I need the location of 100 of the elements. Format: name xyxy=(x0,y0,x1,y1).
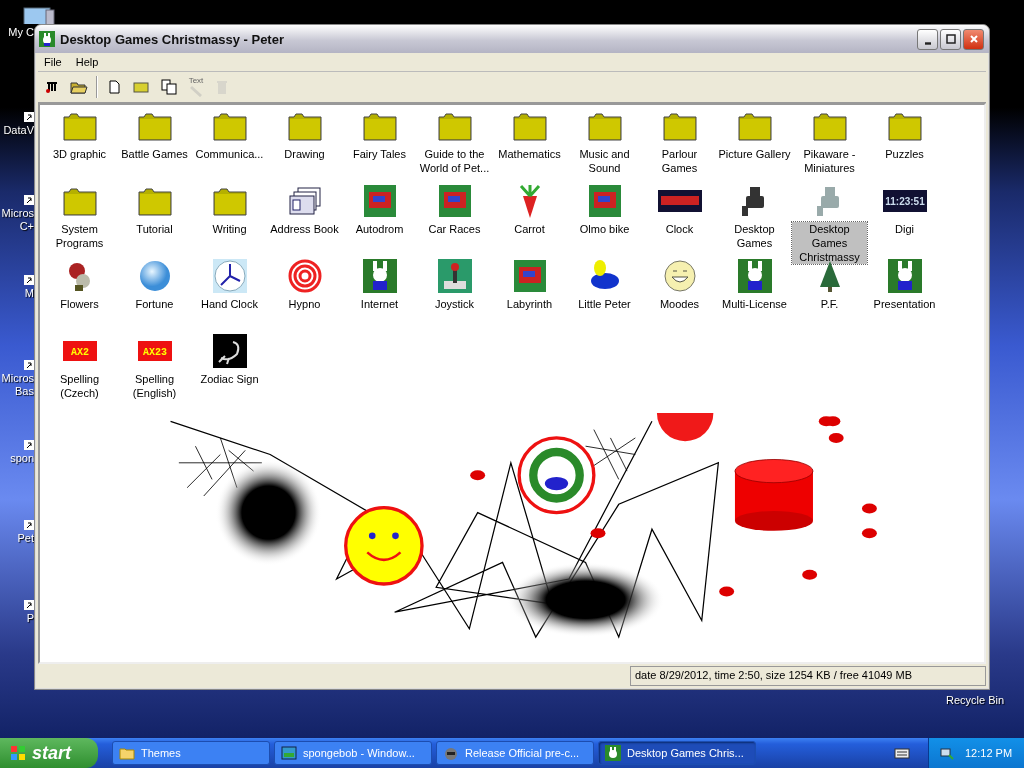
item-label[interactable]: Carrot xyxy=(513,222,546,236)
bunny-icon[interactable] xyxy=(362,259,397,293)
item-label[interactable]: Desktop Games Christmassy xyxy=(792,222,867,264)
item-label[interactable]: Music and Sound xyxy=(567,147,642,175)
bug-drawing xyxy=(828,432,844,443)
menu-item[interactable]: File xyxy=(44,56,62,68)
close-button[interactable] xyxy=(963,28,984,50)
taskbar-button[interactable]: Themes xyxy=(112,741,270,765)
item-label[interactable]: 3D graphic xyxy=(51,147,108,161)
item-label[interactable]: Parlour Games xyxy=(642,147,717,175)
shortcut-arrow-icon[interactable] xyxy=(24,600,34,610)
shortcut-arrow-icon[interactable] xyxy=(24,360,34,370)
picture-icon[interactable] xyxy=(362,184,397,218)
bunny-icon xyxy=(39,31,55,47)
maximize-icon xyxy=(945,34,956,44)
bug-drawing xyxy=(719,586,735,597)
desktop-icon-label[interactable]: spon xyxy=(10,452,34,465)
item-label[interactable]: Spelling (Czech) xyxy=(42,372,117,400)
smiley-icon[interactable] xyxy=(662,259,697,293)
bug-drawing xyxy=(861,503,877,514)
item-label[interactable]: Drawing xyxy=(283,147,326,161)
item-label[interactable]: Joystick xyxy=(433,297,476,311)
item-label[interactable]: Little Peter xyxy=(577,297,632,311)
status-text: date 8/29/2012, time 2:50, size 1254 KB / free 41049 MB xyxy=(630,666,986,686)
menu-item[interactable]: Help xyxy=(75,56,99,68)
item-label[interactable]: Autodrom xyxy=(354,222,405,236)
item-label[interactable]: Olmo bike xyxy=(578,222,631,236)
minimize-button[interactable] xyxy=(917,28,938,50)
item-label[interactable]: Car Races xyxy=(427,222,482,236)
computer-icon[interactable] xyxy=(22,6,56,24)
item-label[interactable]: Battle Games xyxy=(120,147,189,161)
item-label[interactable]: Hypno xyxy=(287,297,322,311)
item-label[interactable]: Picture Gallery xyxy=(717,147,792,161)
network-icon[interactable] xyxy=(939,745,955,761)
bunny-icon[interactable] xyxy=(887,259,922,293)
item-label[interactable]: System Programs xyxy=(42,222,117,250)
shortcut-arrow-icon[interactable] xyxy=(24,112,34,122)
bunny-icon[interactable] xyxy=(737,259,772,293)
item-label[interactable]: Clock xyxy=(664,222,695,236)
windows-logo-icon xyxy=(10,745,26,761)
bug-drawing xyxy=(802,569,818,580)
picture-icon[interactable] xyxy=(587,184,622,218)
joystick-icon[interactable] xyxy=(437,259,472,293)
clock-icon[interactable] xyxy=(212,259,247,293)
picture-icon[interactable] xyxy=(512,259,547,293)
item-label[interactable]: Tutorial xyxy=(135,222,174,236)
item-label[interactable]: Guide to the World of Pet... xyxy=(417,147,492,175)
window-title: Desktop Games Christmassy - Peter xyxy=(60,31,285,47)
item-label[interactable]: Fortune xyxy=(134,297,175,311)
shortcut-arrow-icon[interactable] xyxy=(24,195,34,205)
sphere-icon[interactable] xyxy=(137,259,172,293)
bug-drawing xyxy=(861,528,877,539)
desktop-icon-label[interactable]: My C xyxy=(8,26,34,39)
keyboard-icon[interactable] xyxy=(894,746,910,760)
desktop-icon-label[interactable]: DataV xyxy=(3,124,34,137)
folder-icon xyxy=(132,79,150,95)
item-label[interactable]: Pikaware - Miniatures xyxy=(792,147,867,175)
item-label[interactable]: Communica... xyxy=(194,147,265,161)
item-label[interactable]: Desktop Games xyxy=(717,222,792,250)
item-label[interactable]: Flowers xyxy=(59,297,100,311)
item-label[interactable]: Writing xyxy=(211,222,248,236)
new-document-icon xyxy=(106,79,122,95)
item-label[interactable]: Labyrinth xyxy=(505,297,554,311)
desktop-icon-label[interactable]: Micros Bas xyxy=(0,372,34,398)
maximize-button[interactable] xyxy=(940,28,961,50)
shortcut-arrow-icon[interactable] xyxy=(24,440,34,450)
desktop-icon-label[interactable]: P xyxy=(26,612,34,625)
spiral-icon[interactable] xyxy=(287,259,322,293)
item-label[interactable]: Mathematics xyxy=(497,147,562,161)
item-label[interactable]: Address Book xyxy=(269,222,340,236)
item-label[interactable]: P.F. xyxy=(819,297,840,311)
item-label[interactable]: Digi xyxy=(894,222,915,236)
item-label[interactable]: Presentation xyxy=(872,297,937,311)
copy-icon xyxy=(160,78,178,96)
taskbar-button[interactable]: spongebob - Window... xyxy=(274,741,432,765)
close-icon xyxy=(968,34,979,44)
bug-drawing xyxy=(590,528,606,539)
minimize-icon xyxy=(924,41,931,45)
desktop-icon-label[interactable]: M xyxy=(24,287,34,300)
tool-label: Text xyxy=(188,77,204,85)
item-label[interactable]: Moodes xyxy=(658,297,701,311)
shortcut-arrow-icon[interactable] xyxy=(24,275,34,285)
desktop-icon-label[interactable]: Recycle Bin xyxy=(946,694,1005,706)
item-label[interactable]: Multi-License xyxy=(721,297,788,311)
item-label[interactable]: Hand Clock xyxy=(200,297,259,311)
item-label[interactable]: Zodiac Sign xyxy=(199,372,260,386)
item-label[interactable]: Fairy Tales xyxy=(352,147,407,161)
animal-face-icon xyxy=(443,745,459,761)
taskbar-button[interactable]: Desktop Games Chris... xyxy=(598,741,756,765)
scorpion-icon[interactable] xyxy=(212,334,247,368)
hierarchy-icon xyxy=(44,79,60,95)
shortcut-arrow-icon[interactable] xyxy=(24,520,34,530)
taskbar-button[interactable]: Release Official pre-c... xyxy=(436,741,594,765)
desktop-icon-label[interactable]: Micros C+ xyxy=(0,207,34,233)
picture-icon[interactable] xyxy=(437,184,472,218)
item-label[interactable]: Spelling (English) xyxy=(117,372,192,400)
item-label[interactable]: Internet xyxy=(359,297,400,311)
documents-icon[interactable] xyxy=(287,184,322,218)
item-label[interactable]: Puzzles xyxy=(884,147,925,161)
desktop-icon-label[interactable]: Pet xyxy=(17,532,34,545)
